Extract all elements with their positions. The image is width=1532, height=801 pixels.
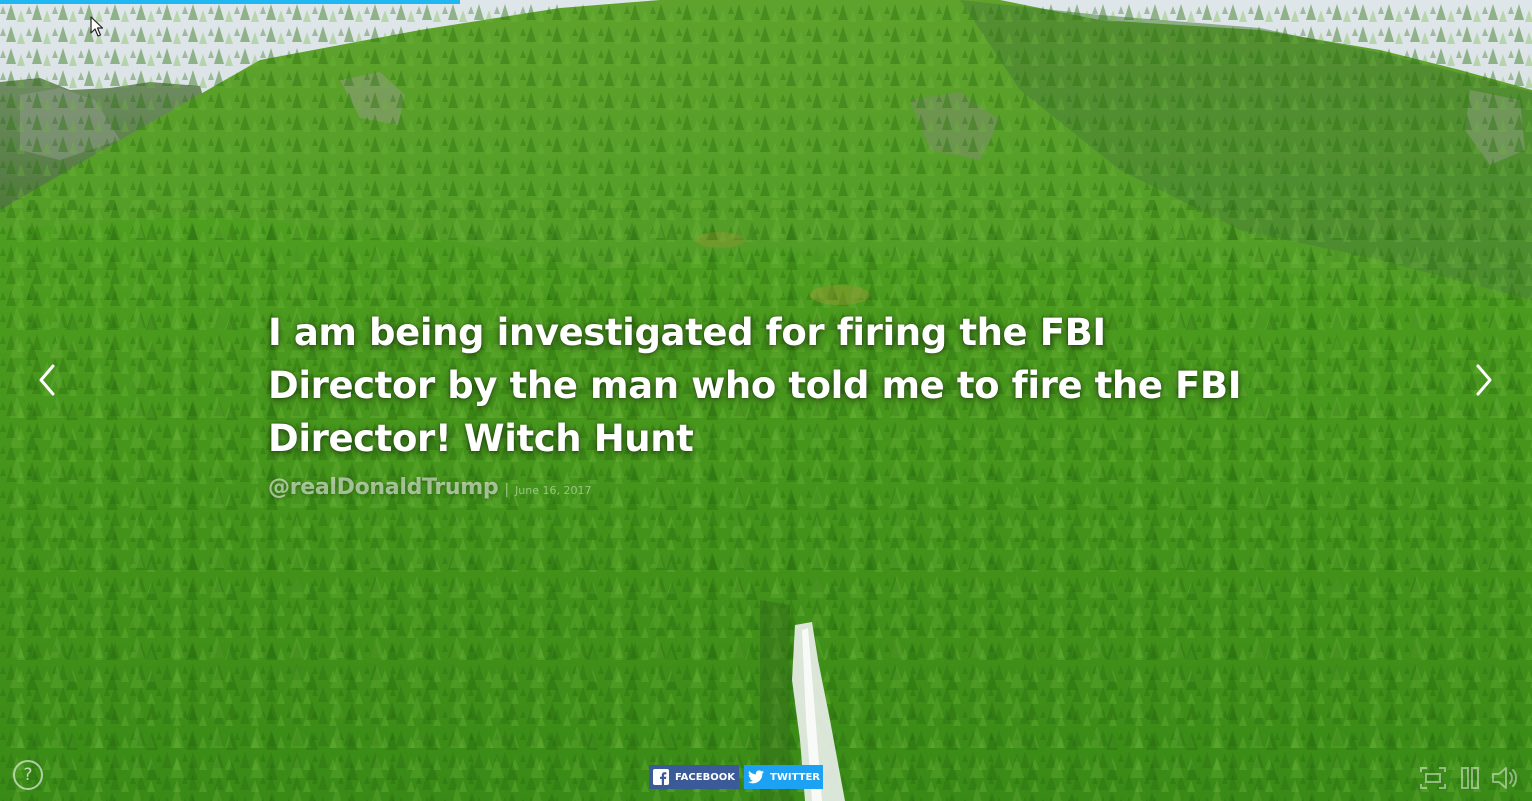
pause-icon[interactable]: [1455, 764, 1485, 792]
author-handle[interactable]: @realDonaldTrump: [268, 475, 499, 500]
facebook-icon: [649, 765, 673, 789]
quote-date: June 16, 2017: [515, 484, 592, 497]
volume-icon[interactable]: [1490, 764, 1520, 792]
attribution-separator: |: [504, 482, 510, 498]
quote-attribution: @realDonaldTrump | June 16, 2017: [268, 475, 1278, 500]
quote-text: I am being investigated for firing the F…: [268, 311, 1242, 460]
chevron-left-icon[interactable]: [33, 362, 63, 398]
fullscreen-icon[interactable]: [1418, 764, 1448, 792]
twitter-icon: [744, 765, 768, 789]
facebook-share-label: FACEBOOK: [675, 771, 735, 783]
chevron-right-icon[interactable]: [1468, 362, 1498, 398]
question-circle-icon: ?: [23, 765, 33, 785]
slide-progress-fill: [0, 0, 460, 4]
mouse-cursor-icon: [90, 16, 104, 37]
twitter-share-label: TWITTER: [770, 771, 820, 783]
twitter-share-button[interactable]: TWITTER: [744, 765, 823, 789]
facebook-share-button[interactable]: FACEBOOK: [649, 765, 739, 789]
help-button[interactable]: ?: [13, 760, 43, 790]
quote-block: I am being investigated for firing the F…: [268, 306, 1278, 500]
slide-progress-bar: [0, 0, 1532, 4]
